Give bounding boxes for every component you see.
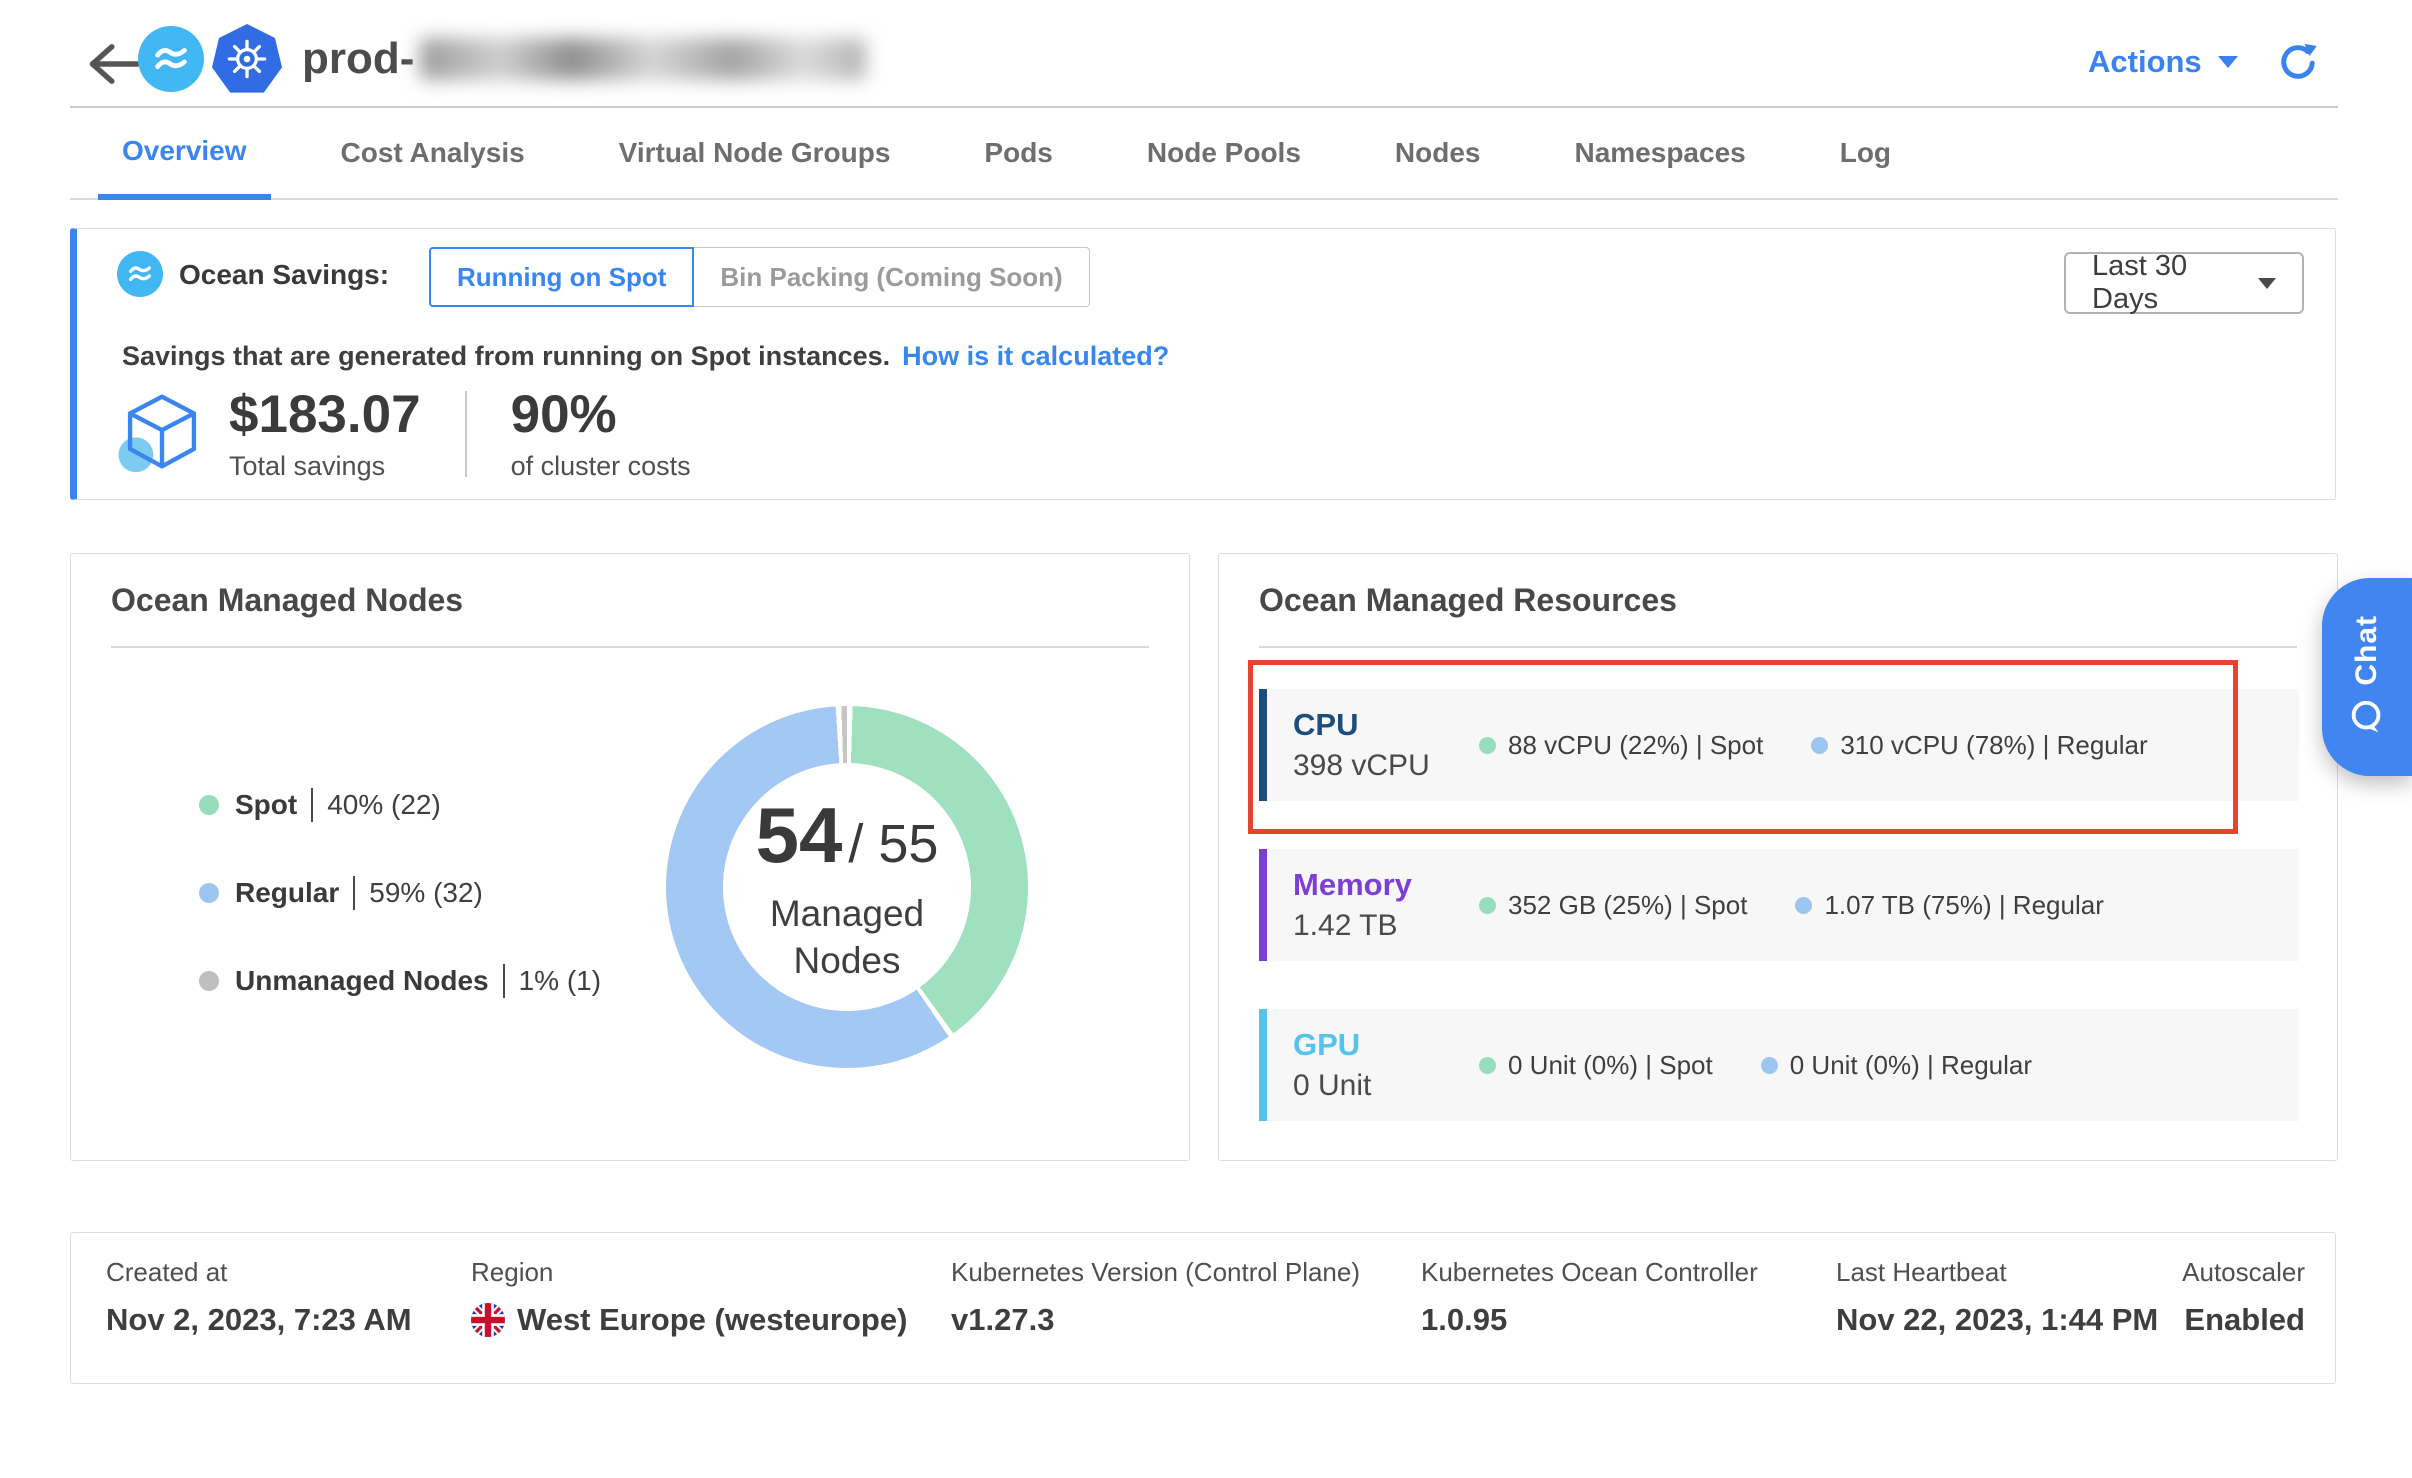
managed-resources-title: Ocean Managed Resources: [1259, 582, 1677, 619]
cluster-name-redacted: [420, 38, 866, 80]
spot-dot-icon: [199, 795, 219, 815]
ocean-cluster-overview-page: prod- Actions Overview Cost Analysis Vir…: [0, 0, 2412, 1478]
cpu-spot-detail: 88 vCPU (22%) | Spot: [1479, 730, 1763, 761]
memory-total: 1.42 TB: [1293, 909, 1465, 943]
spot-dot-icon: [1479, 897, 1496, 914]
managed-count: 54: [756, 790, 843, 881]
cpu-label: CPU: [1293, 707, 1465, 743]
savings-toggle: Running on Spot Bin Packing (Coming Soon…: [429, 247, 1090, 307]
cluster-title-prefix: prod-: [302, 34, 414, 84]
period-dropdown-value: Last 30 Days: [2092, 250, 2258, 316]
regular-dot-icon: [199, 883, 219, 903]
total-savings-value: $183.07: [229, 387, 421, 443]
actions-menu-button[interactable]: Actions: [2088, 44, 2238, 80]
nodes-legend: Spot 40% (22) Regular 59% (32) Unmanaged…: [199, 786, 601, 1050]
spot-dot-icon: [1479, 737, 1496, 754]
divider: [1259, 646, 2297, 648]
cluster-title: prod-: [302, 34, 866, 84]
info-region: Region West Europe (westeurope): [471, 1257, 907, 1338]
uk-flag-icon: [471, 1303, 505, 1337]
how-calculated-link[interactable]: How is it calculated?: [902, 341, 1169, 371]
chevron-down-icon: [2258, 278, 2276, 289]
info-created-at: Created at Nov 2, 2023, 7:23 AM: [106, 1257, 412, 1338]
cluster-cost-label: of cluster costs: [511, 451, 691, 482]
savings-description: Savings that are generated from running …: [122, 341, 1169, 372]
regular-dot-icon: [1795, 897, 1812, 914]
cpu-total: 398 vCPU: [1293, 749, 1465, 783]
chevron-down-icon: [2218, 56, 2238, 68]
kubernetes-logo-icon: [212, 24, 282, 94]
cluster-cost-value: 90%: [511, 387, 691, 443]
actions-label: Actions: [2088, 44, 2202, 80]
legend-item-regular: Regular 59% (32): [199, 874, 601, 912]
resource-row-memory: Memory 1.42 TB 352 GB (25%) | Spot 1.07 …: [1259, 849, 2299, 961]
gpu-regular-detail: 0 Unit (0%) | Regular: [1761, 1050, 2032, 1081]
divider: [111, 646, 1149, 648]
tab-bar: Overview Cost Analysis Virtual Node Grou…: [70, 106, 2338, 200]
gpu-spot-detail: 0 Unit (0%) | Spot: [1479, 1050, 1713, 1081]
legend-item-unmanaged: Unmanaged Nodes 1% (1): [199, 962, 601, 1000]
ocean-savings-banner: Ocean Savings: Running on Spot Bin Packi…: [70, 228, 2336, 500]
ocean-logo-icon: [138, 26, 204, 92]
savings-metrics: $183.07 Total savings 90% of cluster cos…: [117, 387, 691, 482]
legend-item-spot: Spot 40% (22): [199, 786, 601, 824]
ocean-savings-label: Ocean Savings:: [179, 259, 389, 291]
cpu-regular-detail: 310 vCPU (78%) | Regular: [1811, 730, 2147, 761]
info-autoscaler: Autoscaler Enabled: [2182, 1257, 2305, 1338]
gpu-label: GPU: [1293, 1027, 1465, 1063]
divider: [353, 876, 355, 910]
gpu-total: 0 Unit: [1293, 1069, 1465, 1103]
toggle-bin-packing[interactable]: Bin Packing (Coming Soon): [694, 247, 1089, 307]
memory-spot-detail: 352 GB (25%) | Spot: [1479, 890, 1747, 921]
tab-namespaces[interactable]: Namespaces: [1550, 108, 1769, 198]
unmanaged-dot-icon: [199, 971, 219, 991]
total-savings-block: $183.07 Total savings: [229, 387, 421, 482]
info-last-heartbeat: Last Heartbeat Nov 22, 2023, 1:44 PM: [1836, 1257, 2158, 1338]
info-k8s-version: Kubernetes Version (Control Plane) v1.27…: [951, 1257, 1360, 1338]
ocean-managed-nodes-panel: Ocean Managed Nodes Spot 40% (22) Regula…: [70, 553, 1190, 1161]
memory-label: Memory: [1293, 867, 1465, 903]
info-ocean-controller: Kubernetes Ocean Controller 1.0.95: [1421, 1257, 1758, 1338]
toggle-running-on-spot[interactable]: Running on Spot: [429, 247, 694, 307]
managed-nodes-title: Ocean Managed Nodes: [111, 582, 463, 619]
regular-dot-icon: [1811, 737, 1828, 754]
tab-pods[interactable]: Pods: [960, 108, 1076, 198]
tab-log[interactable]: Log: [1816, 108, 1915, 198]
divider: [503, 964, 505, 998]
tab-overview[interactable]: Overview: [98, 108, 271, 200]
donut-center: 54 / 55 Managed Nodes: [723, 763, 971, 1011]
chat-button[interactable]: Chat: [2322, 578, 2412, 776]
refresh-button[interactable]: [2276, 40, 2320, 84]
divider: [311, 788, 313, 822]
managed-nodes-donut-chart: 54 / 55 Managed Nodes: [666, 706, 1028, 1068]
total-count: / 55: [848, 813, 938, 875]
cluster-cost-block: 90% of cluster costs: [511, 387, 691, 482]
tab-nodes[interactable]: Nodes: [1371, 108, 1505, 198]
resource-row-gpu: GPU 0 Unit 0 Unit (0%) | Spot 0 Unit (0%…: [1259, 1009, 2299, 1121]
ocean-mini-logo-icon: [117, 251, 163, 297]
memory-regular-detail: 1.07 TB (75%) | Regular: [1795, 890, 2103, 921]
total-savings-label: Total savings: [229, 451, 421, 482]
donut-center-label: Managed Nodes: [742, 891, 952, 984]
resource-row-cpu: CPU 398 vCPU 88 vCPU (22%) | Spot 310 vC…: [1259, 689, 2299, 801]
metric-divider: [465, 391, 467, 477]
cluster-info-bar: Created at Nov 2, 2023, 7:23 AM Region W…: [70, 1232, 2336, 1384]
tab-node-pools[interactable]: Node Pools: [1123, 108, 1325, 198]
period-dropdown[interactable]: Last 30 Days: [2064, 252, 2304, 314]
chat-label: Chat: [2350, 615, 2384, 686]
tab-virtual-node-groups[interactable]: Virtual Node Groups: [595, 108, 915, 198]
savings-cube-icon: [117, 387, 207, 479]
chat-bubble-icon: [2346, 697, 2388, 739]
spot-dot-icon: [1479, 1057, 1496, 1074]
back-button[interactable]: [86, 40, 142, 88]
tab-cost-analysis[interactable]: Cost Analysis: [317, 108, 549, 198]
regular-dot-icon: [1761, 1057, 1778, 1074]
ocean-managed-resources-panel: Ocean Managed Resources CPU 398 vCPU 88 …: [1218, 553, 2338, 1161]
